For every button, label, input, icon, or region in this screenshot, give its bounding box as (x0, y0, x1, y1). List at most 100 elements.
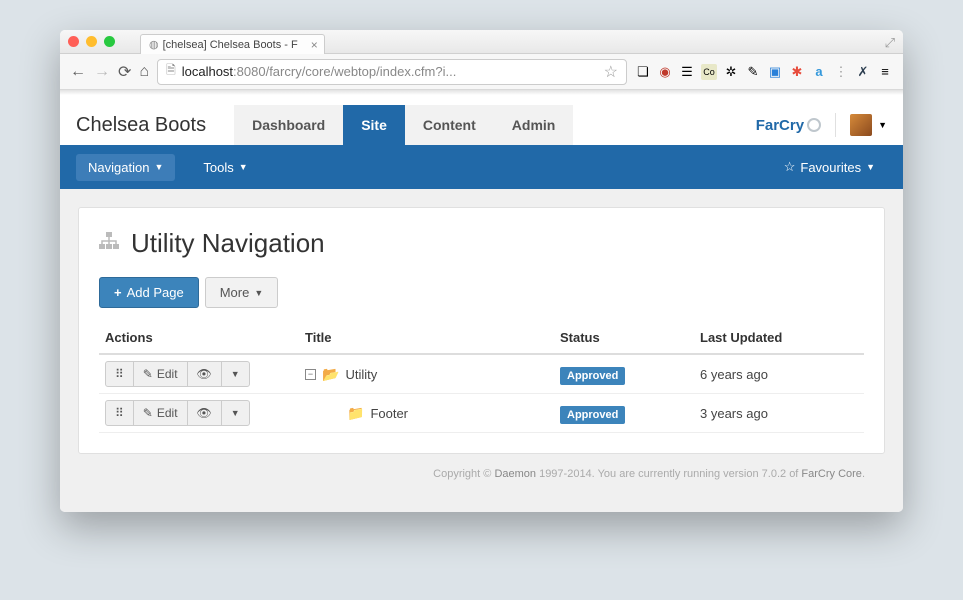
eye-icon: 👁 (197, 406, 212, 420)
th-status: Status (554, 322, 694, 354)
button-row: + Add Page More ▼ (99, 277, 864, 308)
action-group: ⠿ ✎ Edit 👁 ▼ (105, 361, 293, 387)
ext-dots-icon[interactable]: ⋮ (833, 64, 849, 80)
edit-button[interactable]: ✎ Edit (133, 361, 188, 387)
grid-button[interactable]: ⠿ (105, 400, 134, 426)
status-badge: Approved (560, 406, 625, 424)
home-button[interactable]: ⌂ (139, 63, 149, 81)
app-header: Chelsea Boots Dashboard Site Content Adm… (60, 95, 903, 145)
view-button[interactable]: 👁 (187, 400, 222, 426)
nav-tabs: Dashboard Site Content Admin (234, 105, 573, 145)
daemon-link[interactable]: Daemon (494, 468, 536, 480)
add-page-label: Add Page (127, 285, 184, 300)
zoom-window-button[interactable] (104, 36, 115, 47)
action-group: ⠿ ✎Edit 👁 ▼ (105, 400, 293, 426)
reload-button[interactable]: ⟳ (118, 62, 131, 82)
footer-mid: 1997-2014. You are currently running ver… (536, 468, 801, 480)
tab-site[interactable]: Site (343, 105, 405, 145)
ext-pencil-icon[interactable]: ✎ (745, 64, 761, 80)
file-icon: 🗎 (166, 61, 176, 82)
traffic-lights (68, 36, 115, 47)
farcry-logo[interactable]: FarCry (756, 117, 821, 134)
panel: Utility Navigation + Add Page More ▼ Act… (78, 207, 885, 454)
sub-nav: Navigation ▼ Tools ▼ ☆ Favourites ▼ (60, 145, 903, 189)
menu-icon[interactable]: ≡ (877, 64, 893, 80)
farcry-core-link[interactable]: FarCry Core (801, 468, 862, 480)
dropdown-button[interactable]: ▼ (221, 400, 250, 426)
brand-title: Chelsea Boots (76, 114, 206, 137)
titlebar: ◍ [chelsea] Chelsea Boots - F × ⤢ (60, 30, 903, 54)
star-icon: ☆ (784, 159, 796, 175)
ext-bug-icon[interactable]: ✗ (855, 64, 871, 80)
divider (835, 113, 836, 137)
tree-cell: − 📂 Utility (305, 366, 548, 383)
caret-down-icon: ▼ (231, 408, 240, 418)
browser-window: ◍ [chelsea] Chelsea Boots - F × ⤢ ← → ⟳ … (60, 30, 903, 512)
ext-square-icon[interactable]: ✱ (789, 64, 805, 80)
browser-tabstrip: ◍ [chelsea] Chelsea Boots - F × (140, 34, 325, 54)
row-title[interactable]: Footer (370, 406, 408, 421)
caret-down-icon: ▼ (254, 288, 263, 298)
tab-dashboard[interactable]: Dashboard (234, 105, 343, 145)
forward-button[interactable]: → (94, 63, 110, 81)
ext-box-icon[interactable]: ▣ (767, 64, 783, 80)
address-bar[interactable]: 🗎 localhost:8080/farcry/core/webtop/inde… (157, 59, 627, 85)
collapse-icon[interactable]: − (305, 369, 316, 380)
view-button[interactable]: 👁 (187, 361, 222, 387)
more-button[interactable]: More ▼ (205, 277, 279, 308)
ext-a-icon[interactable]: a (811, 64, 827, 80)
user-menu[interactable]: ▼ (850, 114, 887, 136)
grid-icon: ⠿ (115, 406, 124, 420)
star-icon[interactable]: ☆ (604, 62, 618, 82)
tab-content[interactable]: Content (405, 105, 494, 145)
tab-close-icon[interactable]: × (311, 38, 318, 52)
subnav-navigation[interactable]: Navigation ▼ (76, 154, 175, 181)
edit-label: Edit (157, 367, 178, 381)
row-updated: 6 years ago (694, 354, 864, 394)
favourites-menu[interactable]: ☆ Favourites ▼ (772, 153, 887, 181)
table-row: ⠿ ✎ Edit 👁 ▼ − 📂 Utility (99, 354, 864, 394)
th-actions: Actions (99, 322, 299, 354)
hierarchy-icon (99, 232, 119, 255)
add-page-button[interactable]: + Add Page (99, 277, 199, 308)
avatar (850, 114, 872, 136)
grid-button[interactable]: ⠿ (105, 361, 134, 387)
eye-icon: 👁 (197, 367, 212, 381)
ext-circle-icon[interactable]: ◉ (657, 64, 673, 80)
fullscreen-icon[interactable]: ⤢ (885, 35, 895, 51)
row-title[interactable]: Utility (345, 367, 377, 382)
back-button[interactable]: ← (70, 63, 86, 81)
minimize-window-button[interactable] (86, 36, 97, 47)
footer-suf: . (862, 468, 865, 480)
ext-gear-icon[interactable]: ✲ (723, 64, 739, 80)
table-row: ⠿ ✎Edit 👁 ▼ 📁 Footer (99, 394, 864, 433)
globe-icon: ◍ (149, 38, 159, 51)
page-title-row: Utility Navigation (99, 228, 864, 259)
subnav-tools[interactable]: Tools ▼ (191, 154, 259, 181)
logo-text: FarCry (756, 117, 804, 134)
footer-pre: Copyright © (433, 468, 494, 480)
caret-down-icon: ▼ (239, 162, 248, 172)
edit-button[interactable]: ✎Edit (133, 400, 188, 426)
browser-tab[interactable]: ◍ [chelsea] Chelsea Boots - F × (140, 34, 325, 54)
ext-buffer-icon[interactable]: ☰ (679, 64, 695, 80)
ext-evernote-icon[interactable]: ❏ (635, 64, 651, 80)
tab-admin[interactable]: Admin (494, 105, 574, 145)
tree-cell: 📁 Footer (305, 405, 548, 422)
dropdown-button[interactable]: ▼ (221, 361, 250, 387)
subnav-label: Navigation (88, 160, 149, 175)
plus-icon: + (114, 285, 122, 300)
close-window-button[interactable] (68, 36, 79, 47)
more-label: More (220, 285, 250, 300)
caret-down-icon: ▼ (154, 162, 163, 172)
favourites-label: Favourites (800, 160, 861, 175)
browser-toolbar: ← → ⟳ ⌂ 🗎 localhost:8080/farcry/core/web… (60, 54, 903, 90)
th-updated: Last Updated (694, 322, 864, 354)
pencil-icon: ✎ (143, 367, 153, 381)
page-title: Utility Navigation (131, 228, 325, 259)
subnav-label: Tools (203, 160, 233, 175)
status-badge: Approved (560, 367, 625, 385)
ext-co-icon[interactable]: Co (701, 64, 717, 80)
pencil-icon: ✎ (143, 406, 153, 420)
caret-down-icon: ▼ (878, 120, 887, 130)
